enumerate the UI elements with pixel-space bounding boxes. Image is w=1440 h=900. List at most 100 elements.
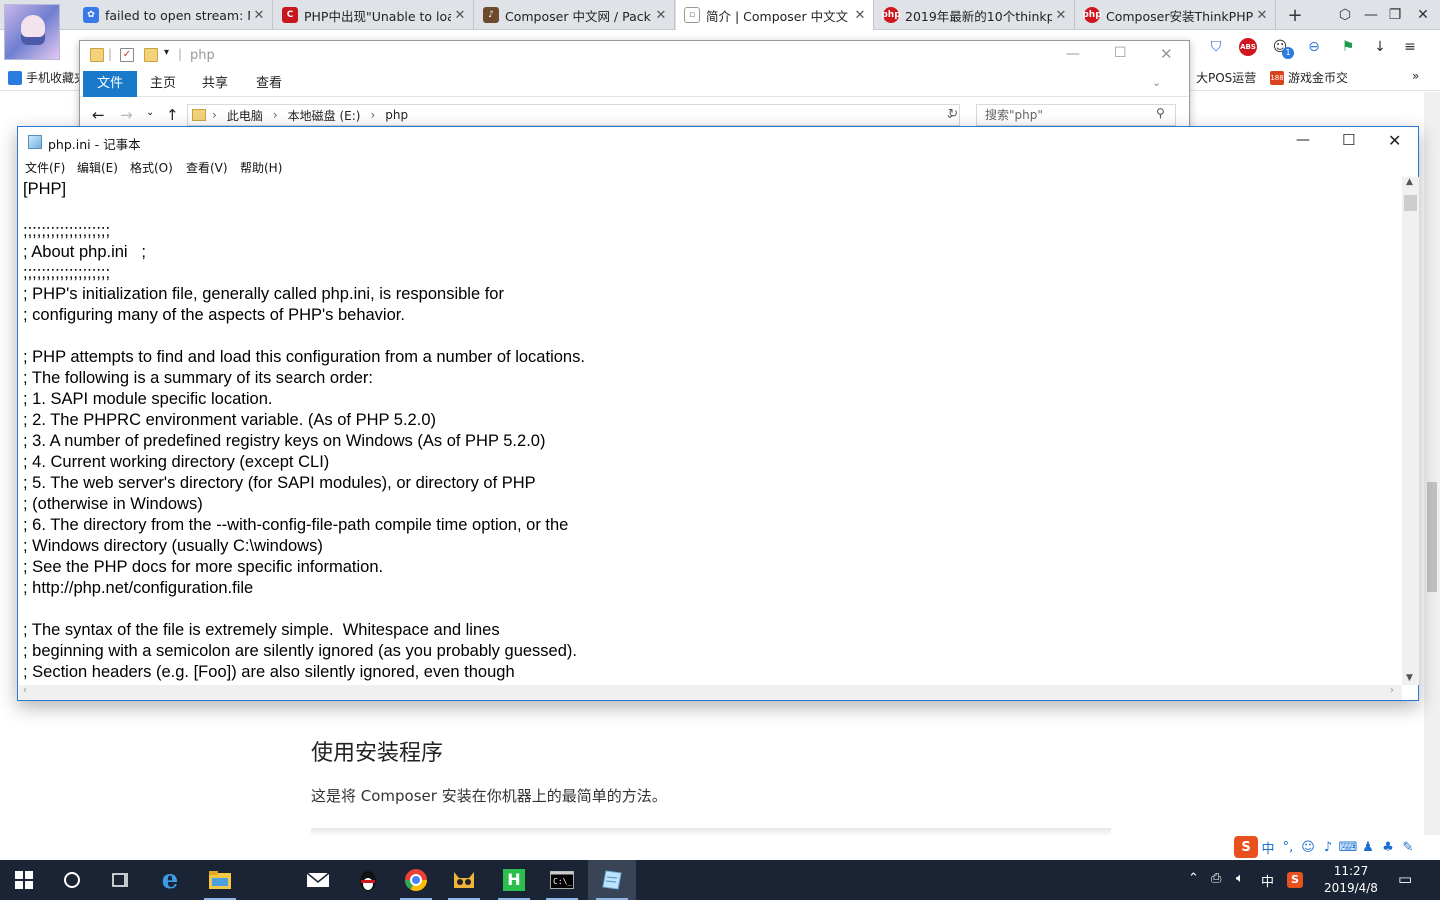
close-icon[interactable]: ✕: [851, 8, 869, 23]
menu-file[interactable]: 文件(F): [25, 159, 65, 176]
menu-view[interactable]: 查看(V): [186, 159, 228, 176]
qq-icon[interactable]: ☺ 1: [1270, 37, 1294, 59]
separator: |: [108, 47, 113, 61]
windows-start-icon[interactable]: [0, 860, 48, 900]
close-icon[interactable]: ✕: [1253, 8, 1271, 23]
keyboard-icon[interactable]: ⌨: [1338, 837, 1358, 857]
edge-icon[interactable]: e: [146, 860, 194, 900]
microphone-icon[interactable]: ♪: [1318, 837, 1338, 857]
bookmark-pos[interactable]: 大POS运营: [1196, 69, 1256, 86]
cortana-circle-icon[interactable]: [48, 860, 96, 900]
search-icon[interactable]: ⚲: [1156, 106, 1165, 120]
abs-icon[interactable]: ABS: [1238, 37, 1258, 57]
menu-edit[interactable]: 编辑(E): [77, 159, 118, 176]
user-icon[interactable]: ♟: [1358, 837, 1378, 857]
browser-tab[interactable]: ♪ Composer 中文网 / Pack ✕: [475, 0, 675, 30]
cat-app-icon[interactable]: [440, 860, 488, 900]
emoji-icon[interactable]: ☺: [1298, 837, 1318, 857]
browser-avatar[interactable]: [4, 4, 60, 60]
tab-label: 2019年最新的10个thinkph: [905, 8, 1052, 24]
recent-locations-icon[interactable]: ⌄: [146, 107, 154, 118]
close-icon[interactable]: ✕: [1406, 0, 1440, 30]
scroll-up-icon[interactable]: ▲: [1406, 177, 1413, 187]
new-folder-icon[interactable]: [144, 48, 158, 62]
breadcrumb-item[interactable]: 此电脑: [227, 107, 263, 124]
tab-view[interactable]: 查看: [242, 71, 296, 97]
properties-icon[interactable]: ✓: [120, 48, 134, 62]
search-input[interactable]: 搜索"php": [976, 104, 1176, 126]
horizontal-scrollbar[interactable]: ‹ ›: [19, 685, 1402, 700]
page-scrollbar[interactable]: [1424, 92, 1440, 836]
skin-icon[interactable]: ♣: [1378, 837, 1398, 857]
breadcrumb-item[interactable]: php: [385, 108, 408, 122]
tab-label: PHP中出现"Unable to loa: [304, 8, 451, 24]
sogou-logo-icon[interactable]: S: [1234, 836, 1258, 858]
ime-mode-toggle[interactable]: 中: [1258, 837, 1278, 857]
action-center-icon[interactable]: ▭: [1398, 870, 1412, 888]
download-icon[interactable]: ↓: [1370, 37, 1390, 57]
close-icon[interactable]: ✕: [451, 8, 469, 23]
breadcrumb-item[interactable]: 本地磁盘 (E:): [288, 107, 361, 124]
customize-quick-access-icon[interactable]: ▾: [164, 47, 169, 58]
qq-penguin-icon[interactable]: [344, 860, 392, 900]
menu-icon[interactable]: ≡: [1400, 37, 1420, 57]
sogou-tray-icon[interactable]: S: [1287, 872, 1303, 888]
close-icon[interactable]: ✕: [1388, 131, 1401, 150]
tab-label: 简介 | Composer 中文文: [706, 8, 849, 24]
clock[interactable]: 11:27 2019/4/8: [1313, 863, 1389, 897]
minimize-icon[interactable]: —: [1296, 132, 1310, 148]
chrome-icon[interactable]: [392, 860, 440, 900]
close-icon[interactable]: ✕: [652, 8, 670, 23]
cmd-icon[interactable]: C:\_: [538, 860, 586, 900]
volume-icon[interactable]: 🔈︎: [1236, 871, 1244, 886]
scroll-right-icon[interactable]: ›: [1390, 685, 1394, 696]
bookmarks-more-button[interactable]: »: [1412, 69, 1419, 83]
tab-home[interactable]: 主页: [136, 71, 190, 97]
scroll-left-icon[interactable]: ‹: [23, 685, 27, 696]
scrollbar-thumb[interactable]: [1427, 482, 1437, 592]
refresh-icon[interactable]: ↻: [948, 106, 958, 120]
close-icon[interactable]: ✕: [1052, 8, 1070, 23]
text-line: ; 4. Current working directory (except C…: [23, 453, 330, 471]
mail-icon[interactable]: [294, 860, 342, 900]
minimize-icon[interactable]: —: [1066, 46, 1080, 62]
ime-mode-indicator[interactable]: 中: [1261, 871, 1274, 890]
browser-tab[interactable]: ✿ failed to open stream: N ✕: [75, 0, 273, 30]
maximize-icon[interactable]: ☐: [1114, 45, 1127, 61]
file-explorer-icon[interactable]: [196, 860, 244, 900]
shield-icon[interactable]: ⛉: [1206, 37, 1226, 57]
maximize-icon[interactable]: ☐: [1342, 131, 1355, 149]
tab-share[interactable]: 共享: [188, 71, 242, 97]
task-view-icon[interactable]: [96, 860, 144, 900]
breadcrumb[interactable]: › 此电脑 › 本地磁盘 (E:) › php ⌄: [187, 104, 960, 126]
flag-icon[interactable]: ⚑: [1338, 37, 1358, 57]
browser-tab[interactable]: php 2019年最新的10个thinkph ✕: [875, 0, 1075, 30]
tab-file[interactable]: 文件: [83, 71, 138, 97]
close-icon[interactable]: ✕: [250, 8, 268, 23]
browser-tab[interactable]: php Composer安装ThinkPHP5 ✕: [1076, 0, 1276, 30]
chevron-up-icon[interactable]: ⌃: [1188, 871, 1199, 886]
browser-tab[interactable]: C PHP中出现"Unable to loa ✕: [274, 0, 474, 30]
menu-format[interactable]: 格式(O): [130, 159, 173, 176]
forward-icon[interactable]: →: [120, 106, 133, 124]
back-icon[interactable]: ←: [92, 106, 105, 124]
bookmark-game-coin[interactable]: 188 游戏金币交: [1270, 69, 1348, 86]
ribbon-expand-icon[interactable]: ⌄: [1152, 76, 1161, 89]
scrollbar-thumb[interactable]: [1404, 195, 1417, 211]
bookmark-mobile-favorites[interactable]: 手机收藏夹: [8, 69, 86, 86]
vertical-scrollbar[interactable]: ▲ ▼: [1402, 177, 1419, 685]
hbuilder-icon[interactable]: H: [490, 860, 538, 900]
notepad-icon[interactable]: [588, 860, 636, 900]
network-icon[interactable]: ⎙: [1211, 871, 1221, 886]
minus-circle-icon[interactable]: ⊖: [1304, 37, 1324, 57]
scroll-down-icon[interactable]: ▼: [1406, 673, 1413, 683]
wrench-icon[interactable]: ✎: [1398, 837, 1418, 857]
new-tab-button[interactable]: +: [1278, 0, 1312, 30]
text-line: ; beginning with a semicolon are silentl…: [23, 642, 577, 660]
close-icon[interactable]: ✕: [1160, 45, 1173, 63]
text-editor-area[interactable]: [PHP] ;;;;;;;;;;;;;;;;;;; ; About php.ini…: [19, 177, 1401, 685]
browser-tab-active[interactable]: ▫ 简介 | Composer 中文文 ✕: [676, 0, 874, 31]
ime-punct-toggle[interactable]: °,: [1278, 837, 1298, 857]
menu-help[interactable]: 帮助(H): [240, 159, 282, 176]
up-icon[interactable]: ↑: [166, 106, 179, 124]
